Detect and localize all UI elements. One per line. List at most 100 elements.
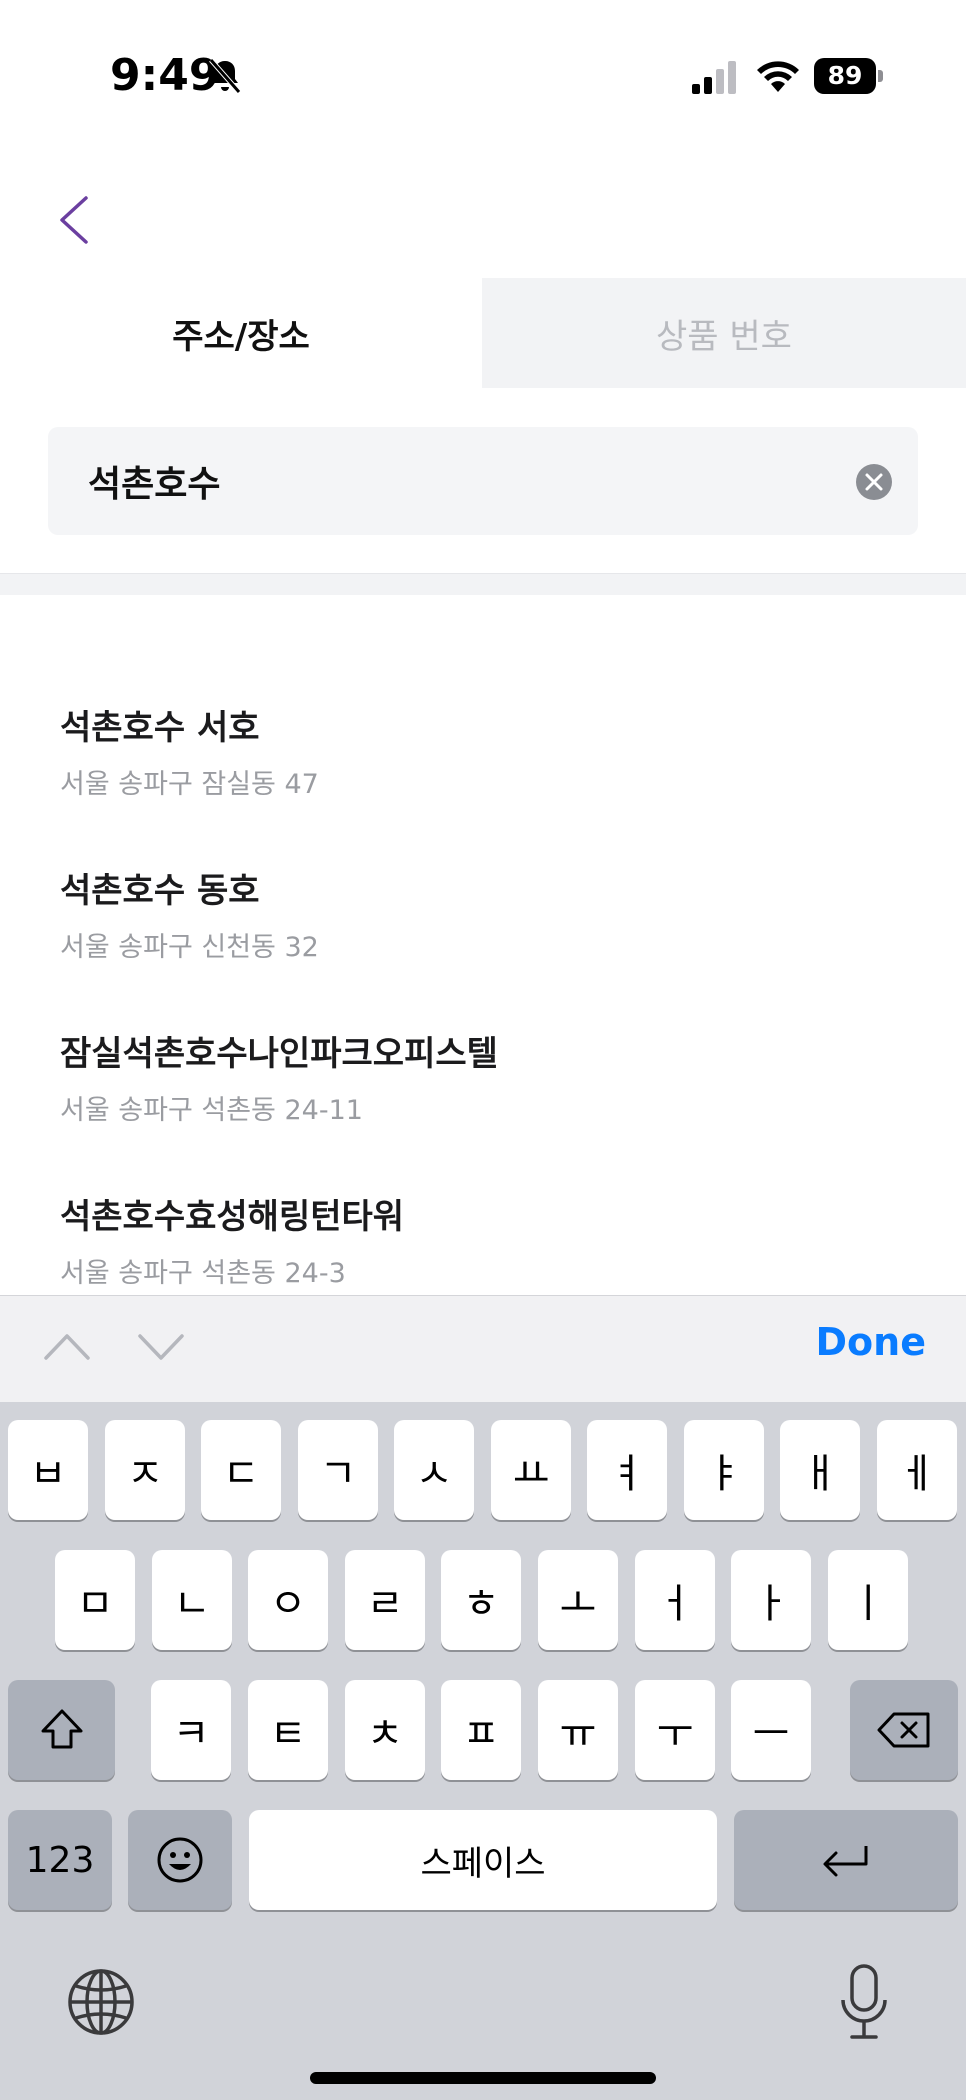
space-key[interactable]: 스페이스 (249, 1810, 717, 1910)
key-label: ㄱ (319, 1451, 357, 1497)
key[interactable]: ㅕ (587, 1420, 667, 1520)
key-label: ㅗ (559, 1581, 597, 1627)
result-address: 서울 송파구 잠실동 47 (60, 769, 319, 800)
result-name: 석촌호수 서호 (60, 708, 260, 748)
chevron-up-icon[interactable] (42, 1326, 92, 1366)
key[interactable]: ㅇ (248, 1550, 328, 1650)
wifi-icon (757, 61, 799, 92)
key-label: ㅅ (415, 1451, 453, 1497)
key[interactable]: ㅠ (538, 1680, 618, 1780)
bell-slash-icon (209, 58, 241, 94)
key[interactable]: ㅁ (55, 1550, 135, 1650)
key-label: ㅕ (608, 1451, 646, 1497)
key-label: ㄹ (366, 1581, 404, 1627)
numbers-key[interactable]: 123 (8, 1810, 112, 1910)
return-icon (823, 1846, 868, 1877)
search-box (48, 427, 918, 535)
key-label: 스페이스 (420, 1843, 546, 1884)
key[interactable]: ㄹ (345, 1550, 425, 1650)
result-address: 서울 송파구 석촌동 24-11 (60, 1095, 363, 1126)
section-divider (0, 573, 966, 595)
key[interactable]: ㅋ (151, 1680, 231, 1780)
globe-icon[interactable] (66, 1967, 136, 2037)
search-mode-tabs: 주소/장소 상품 번호 (0, 278, 966, 388)
result-address: 서울 송파구 신천동 32 (60, 932, 319, 963)
keyboard-accessory-bar: Done (0, 1295, 966, 1402)
emoji-icon (157, 1837, 203, 1883)
shift-key[interactable] (8, 1680, 115, 1780)
key-label: ㅈ (126, 1451, 164, 1497)
tab-product-number[interactable]: 상품 번호 (482, 278, 966, 388)
key-label: ㄴ (173, 1581, 211, 1627)
key[interactable]: ㅗ (538, 1550, 618, 1650)
backspace-key[interactable] (850, 1680, 958, 1780)
return-key[interactable] (734, 1810, 958, 1910)
key-label: ㅣ (849, 1581, 887, 1627)
status-time: 9:49 (110, 50, 220, 101)
key[interactable]: ㄷ (201, 1420, 281, 1520)
chevron-left-icon[interactable] (50, 190, 100, 250)
key-label: ㅊ (366, 1711, 404, 1757)
key-label: ㅔ (898, 1451, 936, 1497)
home-indicator (310, 2072, 656, 2084)
list-item[interactable]: 잠실석촌호수나인파크오피스텔 서울 송파구 석촌동 24-11 (0, 1026, 966, 1176)
key[interactable]: ㅔ (877, 1420, 957, 1520)
list-item[interactable]: 석촌호수 서호 서울 송파구 잠실동 47 (0, 700, 966, 850)
key[interactable]: ㅂ (8, 1420, 88, 1520)
shift-icon (41, 1709, 82, 1749)
key[interactable]: ㅜ (635, 1680, 715, 1780)
key[interactable]: ㅐ (780, 1420, 860, 1520)
key[interactable]: ㅏ (731, 1550, 811, 1650)
key[interactable]: ㅍ (441, 1680, 521, 1780)
key[interactable]: ㅌ (248, 1680, 328, 1780)
tab-address-place[interactable]: 주소/장소 (0, 278, 482, 388)
list-item[interactable]: 석촌호수 동호 서울 송파구 신천동 32 (0, 863, 966, 1013)
status-bar: 9:49 89 (0, 0, 966, 150)
battery-icon: 89 (814, 58, 883, 94)
key[interactable]: ㅡ (731, 1680, 811, 1780)
key-label: ㅌ (269, 1711, 307, 1757)
key-label: ㅏ (752, 1581, 790, 1627)
key[interactable]: ㅎ (441, 1550, 521, 1650)
key-label: ㅍ (462, 1711, 500, 1757)
key-label: ㅐ (801, 1451, 839, 1497)
tab-label: 주소/장소 (172, 316, 310, 357)
result-name: 잠실석촌호수나인파크오피스텔 (60, 1034, 498, 1074)
microphone-icon[interactable] (838, 1962, 890, 2042)
key[interactable]: ㅛ (491, 1420, 571, 1520)
key[interactable]: ㅓ (635, 1550, 715, 1650)
key-label: ㅋ (172, 1711, 210, 1757)
clear-x-icon[interactable] (856, 464, 892, 500)
key[interactable]: ㅅ (394, 1420, 474, 1520)
korean-keyboard: ㅂ ㅈ ㄷ ㄱ ㅅ ㅛ ㅕ ㅑ ㅐ ㅔ ㅁ ㄴ ㅇ ㄹ ㅎ ㅗ ㅓ ㅏ ㅣ ㅋ … (0, 1402, 966, 2100)
key-label: ㅜ (656, 1711, 694, 1757)
result-name: 석촌호수 동호 (60, 871, 260, 911)
key-label: ㅓ (656, 1581, 694, 1627)
key-label: ㅁ (76, 1581, 114, 1627)
key-label: ㅛ (512, 1451, 550, 1497)
done-button[interactable]: Done (816, 1320, 926, 1364)
search-input[interactable] (88, 427, 848, 535)
emoji-key[interactable] (128, 1810, 232, 1910)
key-label: ㅡ (752, 1711, 790, 1757)
key[interactable]: ㄴ (152, 1550, 232, 1650)
list-item[interactable]: 석촌호수효성해링턴타워 서울 송파구 석촌동 24-3 (0, 1189, 966, 1295)
key[interactable]: ㅣ (828, 1550, 908, 1650)
key-label: 123 (25, 1839, 95, 1881)
key-label: ㅠ (559, 1711, 597, 1757)
result-name: 석촌호수효성해링턴타워 (60, 1197, 405, 1237)
key[interactable]: ㅊ (345, 1680, 425, 1780)
battery-level: 89 (814, 58, 876, 94)
key[interactable]: ㅑ (684, 1420, 764, 1520)
result-address: 서울 송파구 석촌동 24-3 (60, 1258, 346, 1289)
cellular-signal-icon (692, 61, 736, 94)
chevron-down-icon[interactable] (136, 1326, 186, 1366)
tab-label: 상품 번호 (656, 316, 792, 357)
key-label: ㅂ (29, 1451, 67, 1497)
key-label: ㅇ (269, 1581, 307, 1627)
key[interactable]: ㄱ (298, 1420, 378, 1520)
key[interactable]: ㅈ (105, 1420, 185, 1520)
key-label: ㅑ (705, 1451, 743, 1497)
search-results-list: 석촌호수 서호 서울 송파구 잠실동 47 석촌호수 동호 서울 송파구 신천동… (0, 595, 966, 1295)
backspace-icon (877, 1712, 930, 1748)
